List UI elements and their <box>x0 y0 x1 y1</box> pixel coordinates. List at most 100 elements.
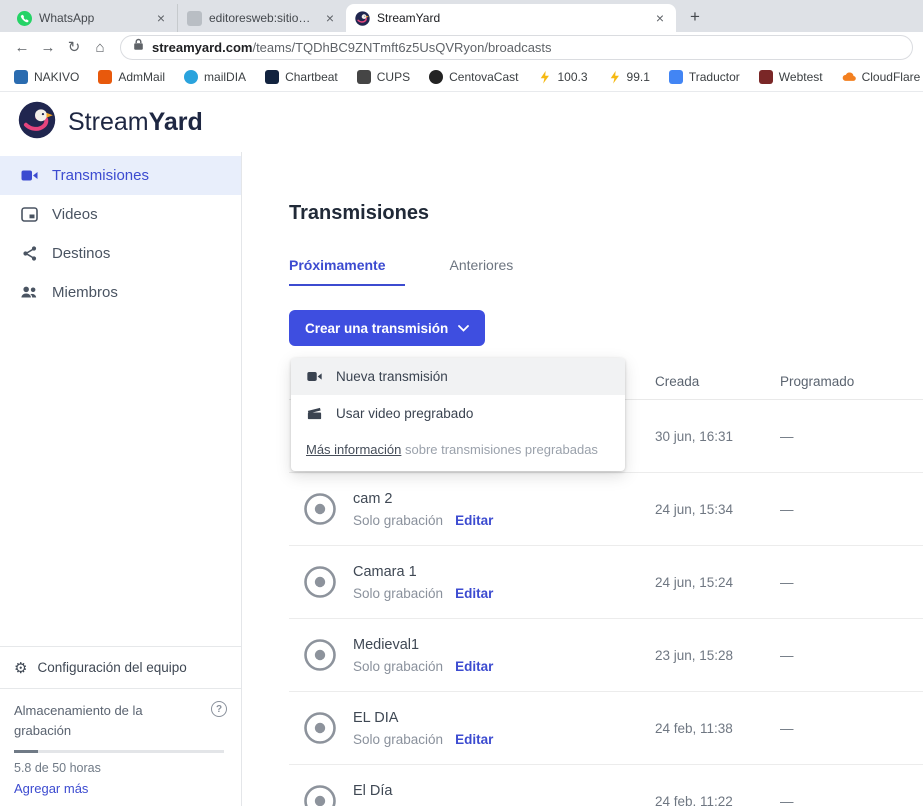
bookmark-centovacast[interactable]: CentovaCast <box>429 70 518 84</box>
broadcast-camera-icon <box>20 166 39 185</box>
record-icon <box>303 784 337 806</box>
tab-title: StreamYard <box>377 11 646 25</box>
url-path: /teams/TQDhBC9ZNTmft6z5UsQVRyon/broadcas… <box>252 40 551 55</box>
create-broadcast-label: Crear una transmisión <box>305 321 448 336</box>
bookmark-cups[interactable]: CUPS <box>357 70 410 84</box>
help-icon[interactable]: ? <box>211 701 227 717</box>
lock-icon <box>133 38 144 56</box>
tab-proximamente[interactable]: Próximamente <box>289 257 405 286</box>
bookmark-radio-99-1[interactable]: 99.1 <box>607 70 650 84</box>
broadcast-subtitle: Solo grabación <box>353 659 443 674</box>
share-icon <box>20 244 39 263</box>
close-icon[interactable]: × <box>154 11 168 25</box>
bookmark-label: CentovaCast <box>449 70 518 84</box>
nakivo-icon <box>14 70 28 84</box>
edit-link[interactable]: Editar <box>455 513 493 528</box>
sidebar-item-videos[interactable]: Videos <box>0 195 241 234</box>
bookmark-admmail[interactable]: AdmMail <box>98 70 165 84</box>
created-cell: 24 feb, 11:22 <box>655 794 780 806</box>
sidebar-item-miembros[interactable]: Miembros <box>0 273 241 312</box>
video-library-icon <box>20 205 39 224</box>
table-row[interactable]: cam 2Solo grabaciónEditar 24 jun, 15:34 … <box>289 473 923 546</box>
close-icon[interactable]: × <box>323 11 337 25</box>
created-cell: 23 jun, 15:28 <box>655 648 780 663</box>
url-domain: streamyard.com <box>152 40 252 55</box>
create-broadcast-button[interactable]: Crear una transmisión <box>289 310 485 346</box>
broadcast-subtitle: Solo grabación <box>353 732 443 747</box>
page-title: Transmisiones <box>289 202 923 225</box>
storage-used-label: 5.8 de 50 horas <box>14 761 227 775</box>
bookmark-webtest[interactable]: Webtest <box>759 70 823 84</box>
sidebar-item-label: Miembros <box>52 284 118 301</box>
forward-icon[interactable]: → <box>36 35 60 59</box>
tab-title: WhatsApp <box>39 11 147 25</box>
team-settings-button[interactable]: ⚙ Configuración del equipo <box>0 646 241 688</box>
storage-progress-track <box>14 750 224 753</box>
scheduled-cell: — <box>780 502 923 517</box>
close-icon[interactable]: × <box>653 11 667 25</box>
storage-progress-fill <box>14 750 38 753</box>
members-icon <box>20 283 39 302</box>
bookmark-nakivo[interactable]: NAKIVO <box>14 70 79 84</box>
scheduled-cell: — <box>780 648 923 663</box>
browser-tab-eldia[interactable]: editoresweb:sitioweb:eldia.co × <box>178 4 346 32</box>
more-info-link[interactable]: Más información <box>306 442 401 457</box>
bolt-icon <box>537 70 551 84</box>
broadcast-subtitle: Solo grabación <box>353 513 443 528</box>
sidebar-item-destinos[interactable]: Destinos <box>0 234 241 273</box>
bookmark-label: Webtest <box>779 70 823 84</box>
sidebar: Transmisiones Videos Destinos Miembros ⚙… <box>0 152 242 806</box>
menu-item-usar-video-pregrabado[interactable]: Usar video pregrabado <box>291 395 625 432</box>
add-more-link[interactable]: Agregar más <box>14 781 88 796</box>
edit-link[interactable]: Editar <box>455 586 493 601</box>
address-bar[interactable]: streamyard.com/teams/TQDhBC9ZNTmft6z5UsQ… <box>120 35 913 60</box>
created-cell: 24 jun, 15:24 <box>655 575 780 590</box>
created-cell: 24 jun, 15:34 <box>655 502 780 517</box>
sidebar-item-label: Transmisiones <box>52 167 149 184</box>
back-icon[interactable]: ← <box>10 35 34 59</box>
record-icon <box>303 565 337 599</box>
broadcast-subtitle: Solo grabación <box>353 586 443 601</box>
bookmark-cloudflare[interactable]: CloudFlare <box>842 70 921 84</box>
home-icon[interactable]: ⌂ <box>88 35 112 59</box>
table-row[interactable]: Camara 1 Solo grabación Editar 24 jun, 15:… <box>289 546 923 619</box>
bookmark-maildia[interactable]: mailDIA <box>184 70 246 84</box>
streamyard-logo[interactable] <box>18 101 56 144</box>
translate-icon <box>669 70 683 84</box>
chevron-down-icon <box>458 325 469 332</box>
scheduled-cell: — <box>780 721 923 736</box>
bookmark-label: Chartbeat <box>285 70 338 84</box>
create-broadcast-dropdown: Nueva transmisión Usar video pregrabado … <box>291 358 625 471</box>
streamyard-favicon <box>355 11 370 26</box>
sidebar-item-transmisiones[interactable]: Transmisiones <box>0 156 241 195</box>
browser-tab-streamyard-active[interactable]: StreamYard × <box>346 4 676 32</box>
edit-link[interactable]: Editar <box>455 732 493 747</box>
new-tab-button[interactable]: + <box>682 5 708 29</box>
table-row[interactable]: Medieval1Solo grabaciónEditar 23 jun, 15… <box>289 619 923 692</box>
tab-anteriores[interactable]: Anteriores <box>449 257 513 286</box>
team-settings-label: Configuración del equipo <box>37 660 186 675</box>
streamyard-header: StreamYard <box>0 92 923 152</box>
chartbeat-icon <box>265 70 279 84</box>
webtest-icon <box>759 70 773 84</box>
brand-yard: Yard <box>149 108 203 136</box>
cloud-icon <box>842 70 856 84</box>
sidebar-item-label: Videos <box>52 206 98 223</box>
record-icon <box>303 711 337 745</box>
edit-link[interactable]: Editar <box>455 659 493 674</box>
bookmark-radio-100-3[interactable]: 100.3 <box>537 70 587 84</box>
table-row[interactable]: EL DIASolo grabaciónEditar 24 feb, 11:38… <box>289 692 923 765</box>
reload-icon[interactable]: ↻ <box>62 35 86 59</box>
dropdown-footer: Más información sobre transmisiones preg… <box>291 432 625 469</box>
app-body: Transmisiones Videos Destinos Miembros ⚙… <box>0 152 923 806</box>
broadcast-title: Camara 1 <box>353 564 493 580</box>
bookmark-label: NAKIVO <box>34 70 79 84</box>
table-row[interactable]: El DíaSolo grabaciónEditar 24 feb, 11:22… <box>289 765 923 806</box>
bookmark-label: 100.3 <box>557 70 587 84</box>
gear-icon: ⚙ <box>14 659 27 677</box>
bookmark-traductor[interactable]: Traductor <box>669 70 740 84</box>
bookmark-chartbeat[interactable]: Chartbeat <box>265 70 338 84</box>
menu-item-nueva-transmision[interactable]: Nueva transmisión <box>291 358 625 395</box>
browser-tab-whatsapp[interactable]: WhatsApp × <box>8 4 178 32</box>
bookmarks-bar: NAKIVO AdmMail mailDIA Chartbeat CUPS Ce… <box>0 62 923 92</box>
